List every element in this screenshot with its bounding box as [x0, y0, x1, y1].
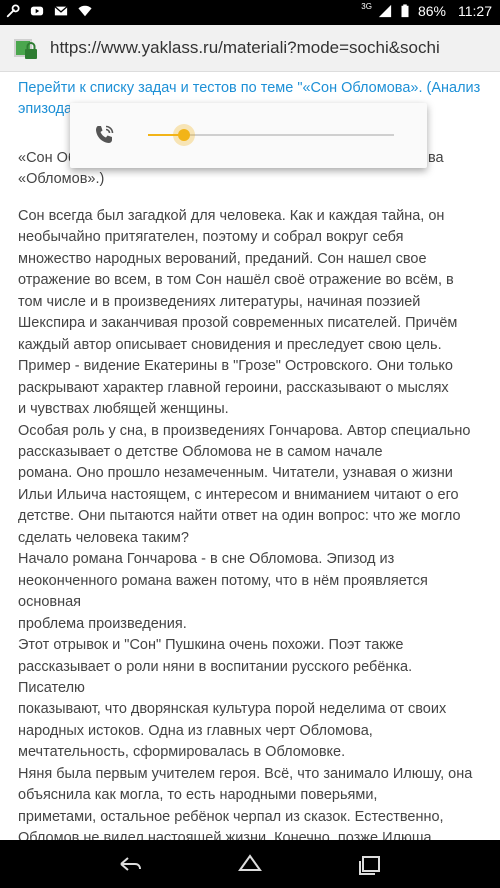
clock: 11:27 — [458, 3, 492, 19]
browser-toolbar: https://www.yaklass.ru/materiali?mode=so… — [0, 25, 500, 72]
essay-line: раскрывают характер главной героини, рас… — [18, 379, 449, 396]
navigation-bar — [0, 840, 500, 888]
essay-line: объяснила как могла, то есть народными п… — [18, 787, 378, 804]
phone-call-icon — [96, 125, 114, 143]
essay-line: Писателю — [18, 679, 85, 696]
battery-percent: 86% — [417, 3, 446, 19]
quote-line1-start: «Сон Об — [18, 150, 77, 166]
signal-icon — [378, 4, 392, 18]
status-left-icons — [6, 4, 92, 18]
essay-line: неоконченного романа важен потому, что в… — [18, 572, 428, 589]
status-right: 3G 86% 11:27 — [361, 1, 492, 20]
essay-line: основная — [18, 594, 82, 611]
essay-line: народных истоков. Одна из главных черт О… — [18, 722, 373, 739]
volume-slider[interactable] — [148, 124, 394, 146]
youtube-icon — [30, 6, 44, 16]
essay-line: мечтательность, сформировалась в Обломов… — [18, 744, 346, 761]
quote-line1-end: ва — [428, 150, 444, 166]
essay-line: необычайно притягателен, поэтому и собра… — [18, 229, 404, 246]
battery-icon — [401, 4, 409, 18]
essay-line: рассказывает о роли няни в воспитании ру… — [18, 658, 413, 675]
essay-line: Няня была первым учителем героя. Всё, чт… — [18, 765, 473, 782]
back-icon[interactable] — [115, 850, 145, 878]
secure-lock-icon[interactable] — [12, 36, 40, 60]
task-list-link-line1[interactable]: Перейти к списку задач и тестов по теме … — [18, 80, 480, 96]
wifi-icon — [78, 5, 92, 17]
essay-body: Сон всегда был загадкой для человека. Ка… — [18, 206, 496, 840]
essay-line: том числе и в произведениях литературы, … — [18, 293, 421, 310]
essay-line: и чувствах любящей женщины. — [18, 401, 229, 418]
network-type: 3G — [361, 1, 372, 11]
essay-line: Особая роль у сна, в произведениях Гонча… — [18, 422, 471, 439]
url-bar[interactable]: https://www.yaklass.ru/materiali?mode=so… — [50, 38, 495, 58]
essay-line: приметами, остальное ребёнок черпал из с… — [18, 808, 444, 825]
essay-line: отражение во всем, в том Сон нашёл своё … — [18, 272, 454, 289]
essay-line: каждый автор описывает сновидения и прес… — [18, 336, 442, 353]
essay-line: романа. Оно прошло незамеченным. Читател… — [18, 465, 453, 482]
essay-line: сделать человека таким? — [18, 529, 189, 546]
essay-line: Пример - видение Екатерины в "Грозе" Ост… — [18, 358, 453, 375]
essay-line: показывают, что дворянская культура поро… — [18, 701, 447, 718]
page-content: Перейти к списку задач и тестов по теме … — [0, 72, 500, 840]
quote-line2: «Обломов».) — [18, 171, 105, 187]
essay-line: Обломов не видел настоящей жизни. Конечн… — [18, 830, 432, 840]
status-bar: 3G 86% 11:27 — [0, 0, 500, 25]
essay-line: проблема произведения. — [18, 615, 187, 632]
essay-line: Начало романа Гончарова - в сне Обломова… — [18, 551, 395, 568]
essay-line: детстве. Они пытаются найти ответ на оди… — [18, 508, 461, 525]
home-icon[interactable] — [235, 850, 265, 878]
essay-line: Ильи Ильича настоящем, с интересом и вни… — [18, 486, 459, 503]
essay-line: Шекспира и заканчивая прозой современных… — [18, 315, 458, 332]
essay-line: Этот отрывок и "Сон" Пушкина очень похож… — [18, 637, 404, 654]
volume-popup — [70, 103, 427, 168]
recents-icon[interactable] — [355, 850, 385, 878]
mail-icon — [54, 6, 68, 16]
volume-slider-thumb[interactable] — [172, 124, 195, 146]
essay-line: рассказывает о детстве Обломова не в сам… — [18, 443, 383, 460]
wrench-icon — [6, 4, 20, 18]
essay-line: Сон всегда был загадкой для человека. Ка… — [18, 208, 445, 224]
essay-line: множество народных верований, преданий. … — [18, 250, 427, 267]
